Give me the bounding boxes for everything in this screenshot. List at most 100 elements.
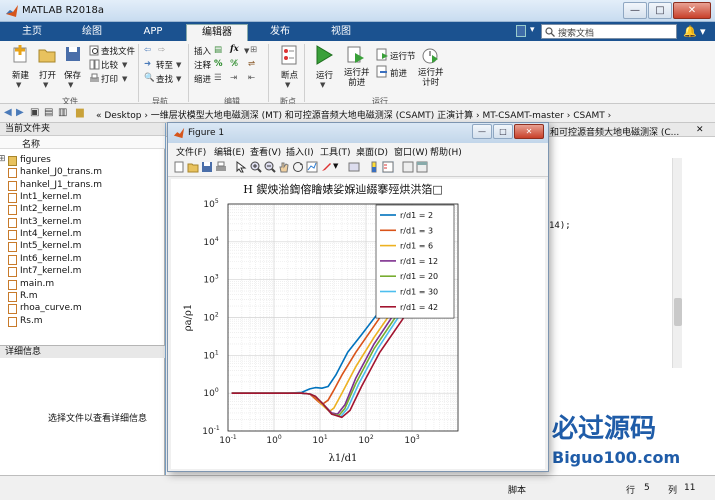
figure-canvas[interactable]: 10-1 100 101 102 103 10-1 100 101 102 103 104 105 H …: [171, 179, 545, 469]
run-icon[interactable]: [314, 44, 334, 66]
back-arrow-icon[interactable]: ◀: [4, 107, 12, 118]
pointer-icon[interactable]: [235, 161, 247, 173]
chevron-down-icon[interactable]: ▼: [68, 81, 73, 89]
forward-arrow-icon[interactable]: ▶: [16, 107, 24, 118]
editor-file-tab[interactable]: 和可控源音频大地电磁测深 (C...: [550, 125, 679, 138]
file-row[interactable]: R.m: [8, 291, 38, 303]
help-icon[interactable]: ▾: [700, 25, 706, 38]
file-row[interactable]: rhoa_curve.m: [8, 303, 82, 315]
zoom-out-icon[interactable]: [264, 161, 276, 173]
figure-close-button[interactable]: ✕: [514, 124, 544, 139]
menu-view[interactable]: 查看(V): [250, 145, 281, 158]
breakpoint-icon[interactable]: [280, 45, 298, 65]
browse-folder-icon[interactable]: ▥: [58, 107, 67, 118]
close-button[interactable]: ✕: [673, 2, 711, 19]
back-arrow-icon[interactable]: ⇦: [144, 45, 151, 55]
zoom-in-icon[interactable]: [250, 161, 262, 173]
chevron-down-icon[interactable]: ▼: [320, 81, 325, 89]
breakpoints-button[interactable]: 断点: [281, 69, 298, 81]
figure-window[interactable]: Figure 1 — □ ✕ 文件(F) 编辑(E) 查看(V) 插入(I) 工…: [167, 122, 549, 472]
chevron-down-icon[interactable]: ▼: [285, 81, 290, 89]
increase-indent-icon[interactable]: ⇥: [230, 73, 237, 83]
scroll-thumb[interactable]: [674, 298, 682, 326]
open-folder-icon[interactable]: [37, 45, 57, 65]
run-and-time-icon[interactable]: [420, 45, 440, 65]
brush-icon[interactable]: [320, 161, 332, 173]
chevron-down-icon[interactable]: ▼: [333, 162, 338, 170]
file-row[interactable]: Int3_kernel.m: [8, 217, 81, 229]
goto-button[interactable]: 转至: [156, 59, 173, 71]
tab-home[interactable]: 主页: [6, 24, 58, 41]
file-row[interactable]: Int5_kernel.m: [8, 241, 81, 253]
pan-hand-icon[interactable]: [278, 161, 290, 173]
expand-icon[interactable]: ⊞: [0, 154, 6, 164]
tab-apps[interactable]: APP: [124, 24, 182, 41]
menu-edit[interactable]: 编辑(E): [214, 145, 245, 158]
file-row[interactable]: Int4_kernel.m: [8, 229, 81, 241]
new-button[interactable]: 新建: [12, 69, 29, 81]
comment-button[interactable]: 注释: [194, 59, 211, 71]
percent-icon[interactable]: %: [214, 59, 223, 69]
tab-editor[interactable]: 编辑器: [186, 24, 248, 41]
file-row[interactable]: hankel_J1_trans.m: [8, 180, 102, 192]
forward-arrow-icon[interactable]: ⇨: [158, 45, 165, 55]
run-and-advance-button[interactable]: 运行并 前进: [344, 68, 370, 88]
legend-icon[interactable]: [382, 161, 394, 173]
minimize-button[interactable]: —: [623, 2, 647, 19]
file-row[interactable]: Int6_kernel.m: [8, 254, 81, 266]
close-icon[interactable]: ✕: [696, 125, 704, 135]
run-and-advance-icon[interactable]: [346, 45, 366, 65]
maximize-button[interactable]: □: [648, 2, 672, 19]
menu-help[interactable]: 帮助(H): [430, 145, 462, 158]
run-and-time-button[interactable]: 运行并 计时: [418, 68, 444, 88]
current-path[interactable]: « Desktop › 一维层状模型大地电磁测深 (MT) 和可控源音频大地电磁…: [96, 108, 611, 121]
find-button[interactable]: 查找: [156, 73, 173, 85]
menu-desktop[interactable]: 桌面(D): [356, 145, 388, 158]
file-row[interactable]: hankel_J0_trans.m: [8, 167, 102, 179]
chevron-down-icon[interactable]: ▼: [43, 81, 48, 89]
figure-minimize-button[interactable]: —: [472, 124, 492, 139]
fx-button[interactable]: fx: [230, 44, 239, 54]
insert-section-icon[interactable]: ▤: [214, 45, 222, 55]
figure-title-bar[interactable]: Figure 1 — □ ✕: [168, 123, 548, 143]
search-documentation-input[interactable]: 搜索文档: [541, 24, 677, 39]
smart-indent-icon[interactable]: ☰: [214, 73, 222, 83]
menu-insert[interactable]: 插入(I): [286, 145, 314, 158]
chevron-down-icon[interactable]: ▼: [16, 81, 21, 89]
uncomment-icon[interactable]: %̸: [230, 59, 238, 69]
help-dropdown-icon[interactable]: ▾: [530, 25, 535, 35]
run-button[interactable]: 运行: [316, 69, 333, 81]
decrease-indent-icon[interactable]: ⇤: [248, 73, 255, 83]
printer-icon[interactable]: [215, 161, 227, 173]
save-icon[interactable]: [201, 161, 213, 173]
chevron-down-icon[interactable]: ▼: [122, 61, 127, 69]
insert-button[interactable]: 插入: [194, 45, 211, 57]
new-icon[interactable]: [10, 44, 30, 64]
rotate-3d-icon[interactable]: [292, 161, 304, 173]
up-folder-icon[interactable]: ▤: [44, 107, 53, 118]
open-folder-icon[interactable]: [187, 161, 199, 173]
wrap-comments-icon[interactable]: ⇌: [248, 59, 255, 69]
file-row[interactable]: main.m: [8, 279, 54, 291]
hide-tools-icon[interactable]: [402, 161, 414, 173]
file-row[interactable]: Rs.m: [8, 316, 43, 328]
folder-row[interactable]: ⊞ figures: [0, 154, 51, 167]
run-section-button[interactable]: 运行节: [390, 50, 416, 62]
save-icon[interactable]: [64, 45, 82, 63]
print-button[interactable]: 打印: [101, 73, 118, 85]
menu-window[interactable]: 窗口(W): [394, 145, 428, 158]
new-figure-icon[interactable]: [173, 161, 185, 173]
tab-view[interactable]: 视图: [312, 24, 370, 41]
figure-maximize-button[interactable]: □: [493, 124, 513, 139]
file-row[interactable]: Int2_kernel.m: [8, 204, 81, 216]
compare-button[interactable]: 比较: [101, 59, 118, 71]
menu-file[interactable]: 文件(F): [176, 145, 206, 158]
new-folder-icon[interactable]: ▣: [30, 107, 39, 118]
format-icon[interactable]: ⊞: [250, 45, 257, 55]
chevron-down-icon[interactable]: ▼: [122, 75, 127, 83]
save-quick-icon[interactable]: [516, 25, 526, 37]
indent-button[interactable]: 缩进: [194, 73, 211, 85]
link-plot-icon[interactable]: [348, 161, 360, 173]
name-column-header[interactable]: 名称: [22, 137, 40, 150]
file-row[interactable]: Int1_kernel.m: [8, 192, 81, 204]
